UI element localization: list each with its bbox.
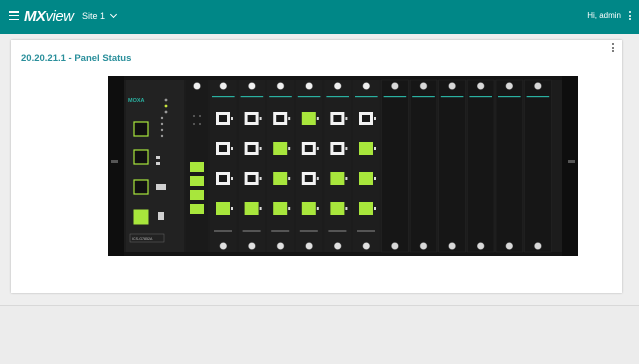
line-module[interactable] xyxy=(295,80,323,252)
line-module[interactable] xyxy=(238,80,266,252)
screw-icon xyxy=(219,242,228,250)
port-jack xyxy=(362,145,370,152)
line-module[interactable] xyxy=(267,80,294,252)
screw-icon xyxy=(391,242,399,250)
screw-icon xyxy=(505,242,514,250)
screw-icon xyxy=(419,242,428,250)
screw-icon xyxy=(276,82,285,90)
screw-icon xyxy=(248,242,256,250)
brand-logo[interactable]: MXview xyxy=(24,8,74,26)
screw-icon xyxy=(448,82,456,90)
screw-icon xyxy=(276,242,285,250)
screw-icon xyxy=(505,82,514,90)
empty-slot xyxy=(438,79,466,253)
device-chassis: MOXA ICS-G7852A xyxy=(108,76,578,256)
empty-slot xyxy=(409,79,438,253)
screw-icon xyxy=(534,242,542,250)
screw-icon xyxy=(448,242,456,250)
screw-icon xyxy=(362,82,371,90)
screw-icon xyxy=(391,82,399,90)
site-selector[interactable]: Site 1 xyxy=(82,10,118,21)
port-jack xyxy=(362,205,370,212)
device-panel-graphic: MOXA ICS-G7852A xyxy=(108,76,578,256)
user-menu-kebab-icon[interactable] xyxy=(629,11,632,22)
chevron-down-icon xyxy=(109,10,118,19)
line-module[interactable] xyxy=(353,80,380,252)
screw-icon xyxy=(305,242,313,250)
screw-icon xyxy=(476,242,485,250)
port-jack xyxy=(362,115,370,122)
panel-title: 20.20.21.1 - Panel Status xyxy=(21,53,132,64)
port-jack xyxy=(276,115,285,122)
empty-slot xyxy=(495,79,523,253)
port-jack xyxy=(333,205,342,212)
line-module[interactable] xyxy=(324,80,351,252)
port-jack xyxy=(304,175,313,182)
site-label: Site 1 xyxy=(82,11,106,21)
panel-menu-kebab-icon[interactable] xyxy=(612,43,614,54)
empty-slot xyxy=(381,79,409,253)
port-jack xyxy=(333,175,342,182)
hamburger-menu-icon[interactable] xyxy=(9,11,19,21)
port-jack xyxy=(247,145,256,152)
port-jack xyxy=(247,175,256,182)
line-module[interactable] xyxy=(210,80,237,252)
port-jack xyxy=(333,145,342,152)
screw-icon xyxy=(419,82,428,90)
brand-view: view xyxy=(45,8,75,25)
port-jack xyxy=(276,175,285,182)
port-jack xyxy=(219,115,227,122)
screw-icon xyxy=(534,82,542,90)
port-jack xyxy=(304,205,313,212)
screw-icon xyxy=(305,82,313,90)
user-greeting[interactable]: Hi, admin xyxy=(587,11,621,20)
port-jack xyxy=(247,205,256,212)
port-jack xyxy=(362,175,370,182)
screw-icon xyxy=(333,242,342,250)
screw-icon xyxy=(248,82,256,90)
empty-slot xyxy=(467,79,495,253)
port-jack xyxy=(304,145,313,152)
port-jack xyxy=(276,205,285,212)
port-jack xyxy=(219,145,227,152)
screw-icon xyxy=(219,82,228,90)
port-jack xyxy=(333,115,342,122)
port-jack xyxy=(219,205,227,212)
port-jack xyxy=(304,115,313,122)
device-brand-text: MOXA xyxy=(128,98,145,104)
content-footer-area xyxy=(0,305,639,364)
port-jack xyxy=(276,145,285,152)
port-jack xyxy=(219,175,227,182)
screw-icon xyxy=(476,82,485,90)
port-jack xyxy=(247,115,256,122)
panel-status-card: 20.20.21.1 - Panel Status MOXA ICS-G7852… xyxy=(11,40,622,293)
screw-icon xyxy=(333,82,342,90)
top-app-bar: MXview Site 1 Hi, admin xyxy=(0,0,639,34)
empty-slot xyxy=(524,79,552,253)
device-model-text: ICS-G7852A xyxy=(132,237,153,241)
brand-mx: MX xyxy=(24,8,46,25)
screw-icon xyxy=(362,242,371,250)
